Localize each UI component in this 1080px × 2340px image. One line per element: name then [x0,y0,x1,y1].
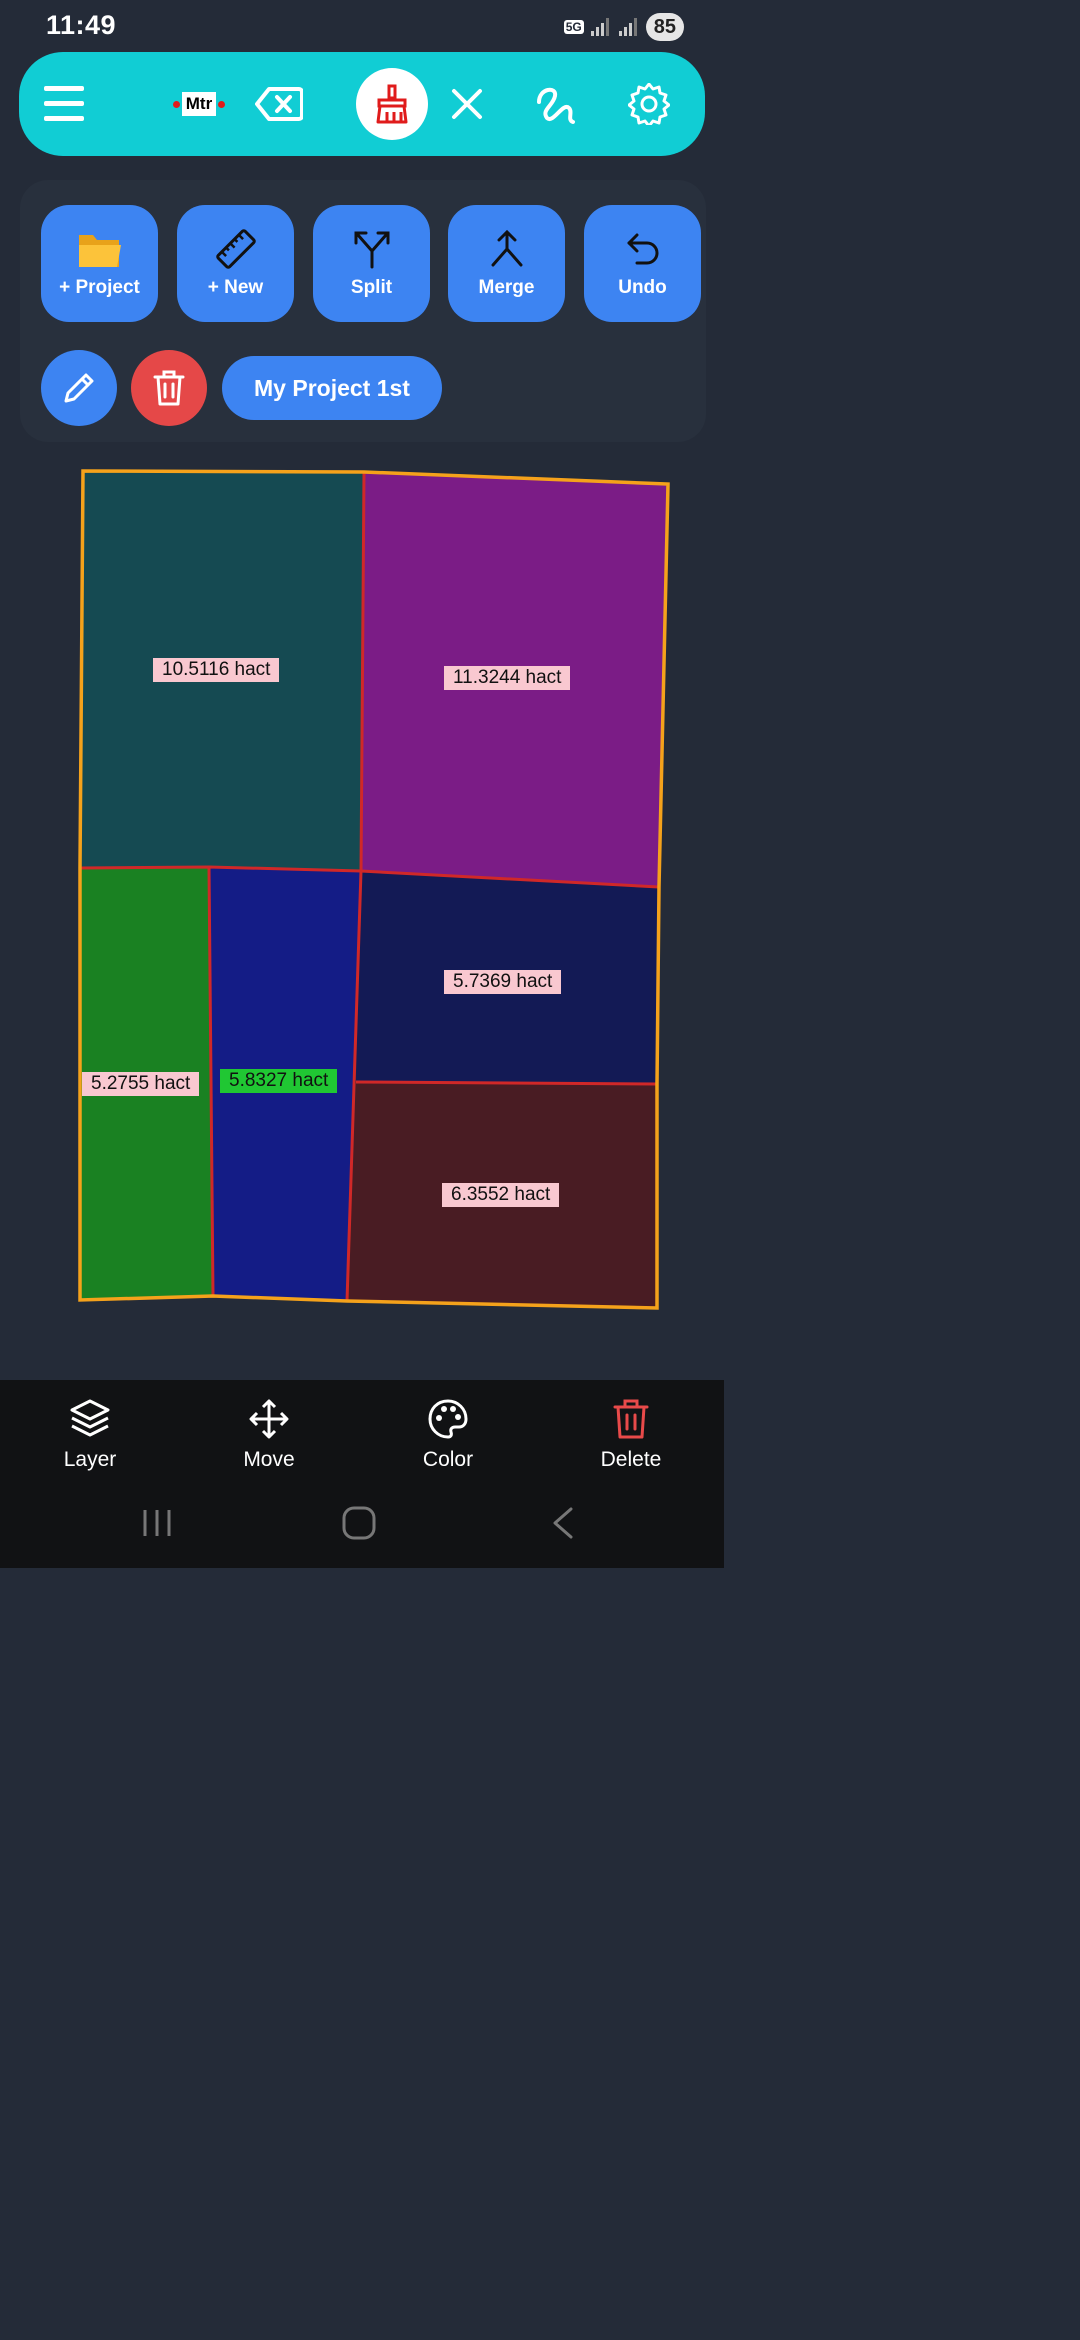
signal-icon-2 [618,18,637,36]
plot-map[interactable]: 10.5116 hact 11.3244 hact 5.2755 hact 5.… [0,455,724,1345]
home-button[interactable] [329,1498,389,1548]
move-label: Move [243,1448,295,1471]
move-button[interactable]: Move [209,1398,329,1478]
home-icon [342,1506,376,1540]
merge-button[interactable]: Merge [448,205,565,322]
unit-toggle[interactable]: Mtr [161,74,237,134]
back-icon [553,1507,573,1539]
split-button[interactable]: Split [313,205,430,322]
network-type: 5G [563,20,584,34]
battery-indicator: 85 [645,13,684,41]
brush-button[interactable] [356,68,428,140]
color-button[interactable]: Color [388,1398,508,1478]
split-icon [354,231,389,268]
recents-icon [143,1510,171,1536]
add-project-button[interactable]: + Project [41,205,158,322]
move-icon [249,1399,289,1439]
delete-icon [613,1399,649,1439]
add-project-label: + Project [59,276,140,298]
delete-label: Delete [600,1448,662,1471]
menu-button[interactable] [41,74,87,134]
merge-label: Merge [478,276,535,298]
undo-button[interactable]: Undo [584,205,701,322]
close-button[interactable] [447,74,487,134]
gear-icon [628,83,670,125]
recents-button[interactable] [127,1498,187,1548]
plot-label-3: 5.2755 hact [82,1072,200,1096]
pencil-icon [64,373,94,403]
color-label: Color [422,1448,474,1471]
undo-icon [627,233,658,264]
trash-icon [153,370,185,406]
draw-path-button[interactable] [533,74,581,134]
plot-canvas[interactable] [0,455,724,1345]
new-measure-button[interactable]: + New [177,205,294,322]
plot-label-6: 6.3552 hact [442,1183,560,1207]
project-selector[interactable]: My Project 1st [222,356,442,420]
draw-path-icon [537,87,575,124]
delete-button[interactable]: Delete [571,1398,691,1478]
merge-icon [491,229,522,266]
menu-icon [44,86,84,121]
folder-icon [78,234,121,267]
plot-label-2: 11.3244 hact [444,666,571,690]
edit-project-button[interactable] [41,350,117,426]
status-time: 11:49 [46,10,117,40]
status-bar: 11:49 5G 85 [0,0,724,52]
system-nav-bar [0,1498,724,1548]
top-toolbar: Mtr [19,52,705,156]
brush-icon [376,84,408,124]
layer-label: Layer [63,1448,117,1471]
undo-label: Undo [618,276,667,298]
backspace-button[interactable] [251,74,307,134]
plot-label-4: 5.8327 hact [220,1069,338,1093]
unit-label: Mtr [181,92,217,116]
delete-project-button[interactable] [131,350,207,426]
split-label: Split [350,276,393,298]
layers-icon [70,1399,110,1437]
backspace-icon [255,87,303,121]
close-icon [452,89,482,119]
back-button[interactable] [533,1498,593,1548]
ruler-icon [215,228,256,269]
signal-icon [590,18,609,36]
new-measure-label: + New [207,276,264,298]
layer-button[interactable]: Layer [30,1398,150,1478]
settings-button[interactable] [625,74,673,134]
plot-label-1: 10.5116 hact [153,658,280,682]
palette-icon [428,1399,468,1439]
bottom-toolbar: Layer Move Color Delete [0,1380,724,1568]
plot-label-5: 5.7369 hact [444,970,562,994]
